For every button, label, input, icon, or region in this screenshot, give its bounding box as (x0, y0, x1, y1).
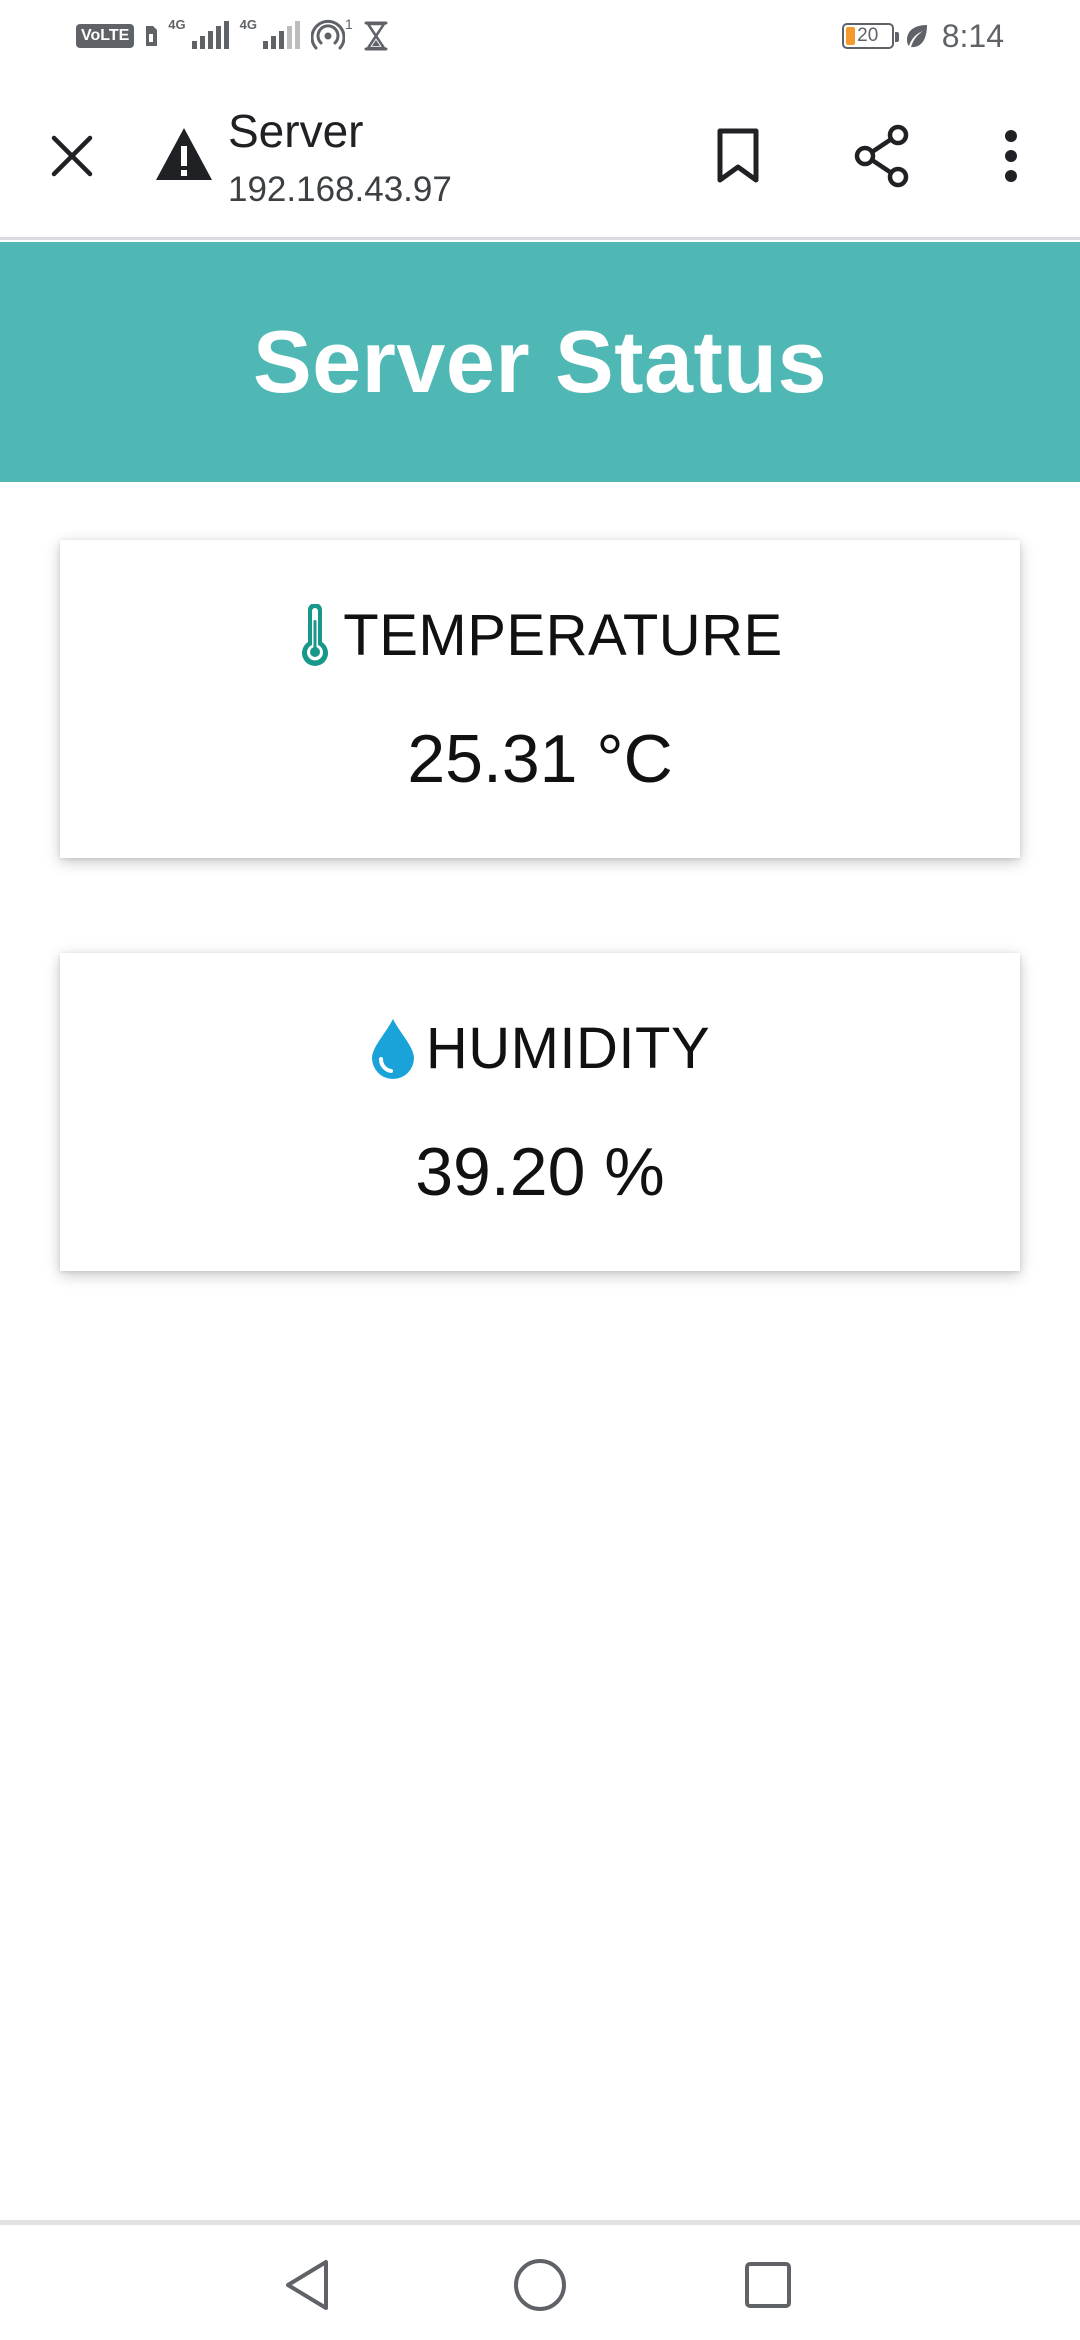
navigation-bar (0, 2220, 1080, 2340)
browser-toolbar: Server 192.168.43.97 (0, 72, 1080, 240)
signal-strength-icon (191, 21, 229, 49)
close-button[interactable] (38, 122, 106, 190)
recents-icon (745, 2262, 791, 2308)
temperature-card-header: TEMPERATURE (60, 600, 1020, 670)
bookmark-icon (717, 128, 759, 183)
home-button[interactable] (504, 2249, 576, 2321)
battery-fill (845, 27, 855, 45)
network-type-label-1: 4G (168, 17, 186, 32)
temperature-value: 25.31 °C (407, 721, 673, 797)
hotspot-count: 1 (344, 16, 353, 32)
close-icon (51, 135, 93, 177)
page-header: Server Status (0, 242, 1080, 482)
water-drop-icon (371, 1019, 414, 1079)
hotspot-icon (310, 19, 345, 50)
home-icon (514, 2259, 566, 2311)
volte-badge: VoLTE (76, 24, 135, 48)
signal-strength-icon (262, 21, 300, 49)
clock: 8:14 (941, 17, 1004, 54)
leaf-icon (906, 25, 927, 48)
battery-level: 20 (857, 25, 879, 46)
page-title-text[interactable]: Server (228, 104, 363, 158)
temperature-card: TEMPERATURE 25.31 °C (60, 540, 1020, 858)
recents-button[interactable] (732, 2249, 804, 2321)
thermometer-icon (302, 604, 329, 666)
screen: VoLTE 4G 4G 1 20 8:14 Server 192.168.43.… (0, 0, 1080, 2340)
hourglass-icon (364, 21, 388, 51)
more-options-button[interactable] (977, 122, 1045, 190)
back-icon (286, 2260, 328, 2310)
more-vert-icon (1005, 130, 1017, 182)
status-bar-right: 20 8:14 (841, 14, 1004, 58)
temperature-label: TEMPERATURE (343, 602, 783, 668)
humidity-value: 39.20 % (415, 1134, 665, 1210)
page-heading: Server Status (253, 312, 827, 411)
share-button[interactable] (848, 122, 916, 190)
warning-icon[interactable] (154, 126, 214, 182)
bookmark-button[interactable] (704, 122, 772, 190)
status-bar: VoLTE 4G 4G 1 20 8:14 (0, 0, 1080, 72)
sim-card-icon (146, 26, 158, 46)
network-type-label-2: 4G (239, 17, 257, 32)
humidity-label: HUMIDITY (425, 1015, 711, 1081)
status-bar-left: VoLTE 4G 4G 1 (76, 16, 389, 56)
url-text[interactable]: 192.168.43.97 (228, 170, 452, 210)
battery-icon: 20 (841, 23, 899, 49)
back-button[interactable] (272, 2249, 344, 2321)
humidity-card: HUMIDITY 39.20 % (60, 953, 1020, 1271)
humidity-card-header: HUMIDITY (60, 1013, 1020, 1083)
share-icon (854, 124, 909, 188)
